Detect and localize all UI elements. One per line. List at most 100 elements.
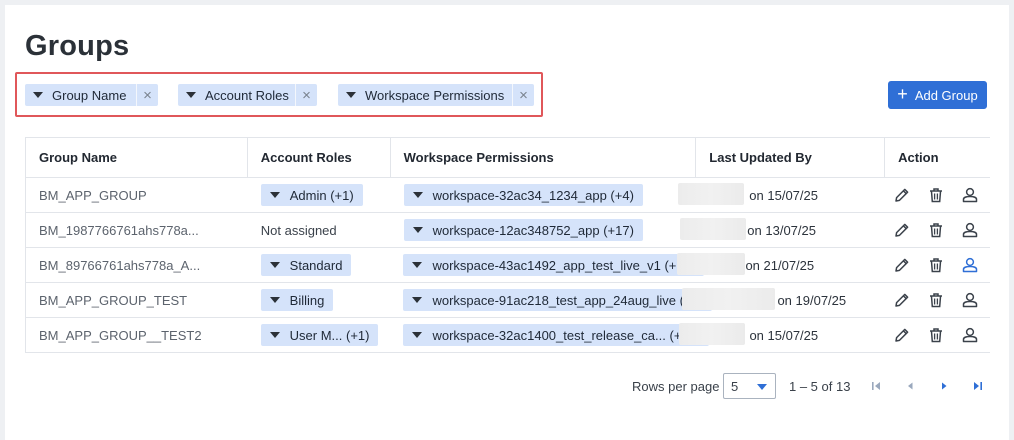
table-row: BM_1987766761ahs778a... Not assigned wor…	[26, 213, 990, 248]
user-icon[interactable]	[953, 178, 987, 212]
account-roles-cell: Standard	[248, 248, 391, 282]
last-updated-cell: on 21/07/25	[677, 248, 885, 282]
workspace-tag-label: workspace-43ac1492_app_test_live_v1 (+14…	[432, 257, 696, 273]
caret-down-icon	[186, 92, 196, 98]
workspace-permissions-cell: workspace-32ac1400_test_release_ca... (+…	[390, 318, 710, 352]
workspace-tag[interactable]: workspace-32ac1400_test_release_ca... (+…	[403, 324, 710, 346]
trash-icon[interactable]	[919, 248, 953, 282]
filter-chip-account-roles[interactable]: Account Roles ×	[178, 84, 317, 106]
group-name-cell: BM_APP_GROUP_TEST	[26, 283, 248, 317]
last-updated-date: on 15/07/25	[749, 187, 818, 203]
workspace-tag[interactable]: workspace-43ac1492_app_test_live_v1 (+14…	[403, 254, 705, 276]
group-name-cell: BM_APP_GROUP__TEST2	[26, 318, 248, 352]
workspace-tag-label: workspace-32ac1400_test_release_ca... (+…	[432, 327, 701, 343]
rows-per-page-select[interactable]: 5	[723, 373, 776, 399]
group-name[interactable]: BM_APP_GROUP__TEST2	[39, 328, 202, 343]
role-tag-label: User M... (+1)	[289, 327, 370, 343]
plus-icon: +	[897, 84, 908, 104]
rows-per-page-label: Rows per page	[632, 379, 720, 394]
account-roles-cell: User M... (+1)	[248, 318, 391, 352]
caret-down-icon	[412, 262, 423, 268]
role-tag[interactable]: Standard	[260, 254, 352, 276]
workspace-permissions-cell: workspace-12ac348752_app (+17)	[391, 213, 697, 247]
workspace-permissions-cell: workspace-91ac218_test_app_24aug_live (+…	[390, 283, 713, 317]
caret-down-icon	[412, 227, 423, 233]
edit-icon[interactable]	[885, 318, 919, 352]
column-header-last-updated-by[interactable]: Last Updated By	[696, 138, 886, 177]
last-updated-cell: on 13/07/25	[680, 213, 885, 247]
user-icon[interactable]	[953, 248, 987, 282]
remove-filter-icon[interactable]: ×	[136, 84, 158, 106]
group-name[interactable]: BM_89766761ahs778a_A...	[39, 258, 200, 273]
role-tag-label: Admin (+1)	[289, 187, 354, 203]
trash-icon[interactable]	[919, 318, 953, 352]
filter-chip-label: Workspace Permissions	[365, 87, 505, 103]
redacted-user-name	[682, 288, 776, 310]
caret-down-icon	[412, 332, 423, 338]
action-cell	[885, 178, 990, 212]
role-tag[interactable]: User M... (+1)	[260, 324, 379, 346]
last-updated-cell: on 19/07/25	[682, 283, 885, 317]
column-header-workspace-permissions[interactable]: Workspace Permissions	[391, 138, 697, 177]
caret-down-icon	[269, 332, 280, 338]
first-page-icon[interactable]	[868, 378, 884, 394]
group-name-cell: BM_1987766761ahs778a...	[26, 213, 248, 247]
filter-chip-workspace-permissions[interactable]: Workspace Permissions ×	[338, 84, 534, 106]
workspace-tag[interactable]: workspace-32ac34_1234_app (+4)	[403, 184, 643, 206]
role-text: Not assigned	[260, 222, 337, 238]
workspace-tag[interactable]: workspace-12ac348752_app (+17)	[403, 219, 643, 241]
account-roles-cell: Admin (+1)	[248, 178, 391, 212]
caret-down-icon	[269, 192, 280, 198]
group-name-cell: BM_APP_GROUP	[26, 178, 248, 212]
last-updated-date: on 13/07/25	[747, 222, 816, 238]
account-roles-cell: Billing	[248, 283, 391, 317]
action-cell	[885, 283, 990, 317]
caret-down-icon	[412, 192, 423, 198]
edit-icon[interactable]	[885, 283, 919, 317]
caret-down-icon	[269, 297, 280, 303]
redacted-user-name	[678, 183, 745, 205]
dropdown-caret-icon	[757, 384, 767, 390]
trash-icon[interactable]	[919, 213, 953, 247]
table-row: BM_APP_GROUP__TEST2 User M... (+1) works…	[26, 318, 990, 353]
edit-icon[interactable]	[885, 178, 919, 212]
role-tag[interactable]: Billing	[260, 289, 334, 311]
remove-filter-icon[interactable]: ×	[512, 84, 534, 106]
caret-down-icon	[346, 92, 356, 98]
trash-icon[interactable]	[919, 178, 953, 212]
remove-filter-icon[interactable]: ×	[295, 84, 317, 106]
filter-chip-label: Account Roles	[205, 87, 289, 103]
workspace-tag[interactable]: workspace-91ac218_test_app_24aug_live (+…	[403, 289, 713, 311]
column-header-account-roles[interactable]: Account Roles	[248, 138, 391, 177]
rows-per-page-value: 5	[731, 378, 739, 394]
user-icon[interactable]	[953, 213, 987, 247]
group-name[interactable]: BM_1987766761ahs778a...	[39, 223, 199, 238]
workspace-tag-label: workspace-12ac348752_app (+17)	[432, 222, 634, 238]
workspace-permissions-cell: workspace-32ac34_1234_app (+4)	[391, 178, 697, 212]
edit-icon[interactable]	[885, 213, 919, 247]
page-range: 1 – 5 of 13	[789, 379, 851, 394]
action-cell	[885, 248, 990, 282]
group-name[interactable]: BM_APP_GROUP_TEST	[39, 293, 187, 308]
role-tag[interactable]: Admin (+1)	[260, 184, 363, 206]
last-page-icon[interactable]	[970, 378, 986, 394]
user-icon[interactable]	[953, 283, 987, 317]
workspace-tag-label: workspace-91ac218_test_app_24aug_live (+…	[432, 292, 704, 308]
filter-chip-group-name[interactable]: Group Name ×	[25, 84, 158, 106]
column-header-action: Action	[898, 150, 939, 165]
workspace-tag-label: workspace-32ac34_1234_app (+4)	[432, 187, 634, 203]
add-group-button[interactable]: + Add Group	[888, 81, 987, 109]
edit-icon[interactable]	[885, 248, 919, 282]
caret-down-icon	[269, 262, 280, 268]
column-header-group-name[interactable]: Group Name	[26, 138, 248, 177]
last-updated-date: on 21/07/25	[745, 257, 815, 273]
trash-icon[interactable]	[919, 283, 953, 317]
caret-down-icon	[412, 297, 423, 303]
caret-down-icon	[33, 92, 43, 98]
user-icon[interactable]	[953, 318, 987, 352]
group-name[interactable]: BM_APP_GROUP	[39, 188, 147, 203]
last-updated-date: on 15/07/25	[749, 327, 819, 343]
next-page-icon[interactable]	[936, 378, 952, 394]
action-cell	[885, 318, 990, 352]
prev-page-icon[interactable]	[902, 378, 918, 394]
